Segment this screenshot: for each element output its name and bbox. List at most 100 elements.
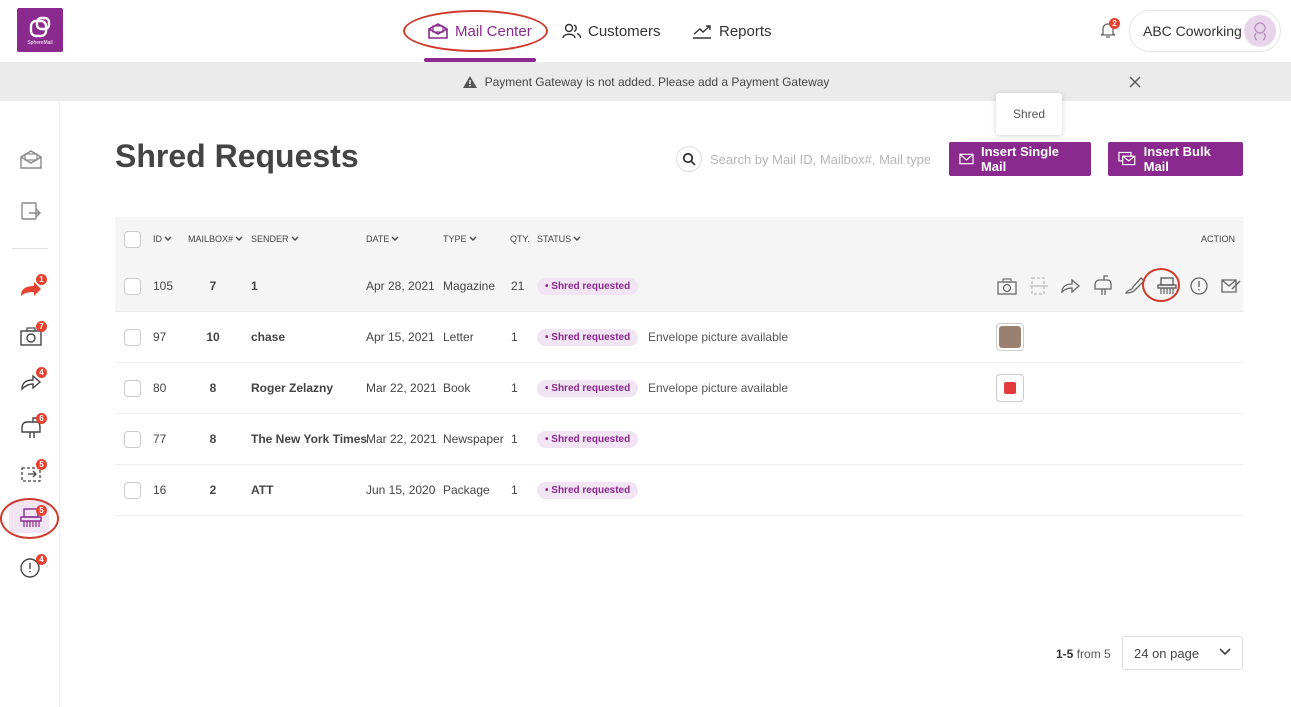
- scan-action-button[interactable]: [995, 274, 1019, 298]
- cell-sender: 1: [251, 279, 258, 293]
- sidebar-item-pickup-requests[interactable]: 6: [18, 413, 47, 441]
- insert-single-mail-label: Insert Single Mail: [980, 144, 1059, 174]
- sidebar-item-outgoing[interactable]: [18, 198, 44, 224]
- envelope-thumbnail[interactable]: [996, 374, 1024, 402]
- nav-mail-center[interactable]: Mail Center: [427, 0, 532, 62]
- table-row[interactable]: 105 7 1 Apr 28, 2021 Magazine 21 • Shred…: [115, 261, 1243, 312]
- camera-icon: [997, 278, 1017, 295]
- row-checkbox[interactable]: [124, 379, 141, 397]
- search-button[interactable]: [676, 146, 702, 172]
- insert-bulk-mail-button[interactable]: Insert Bulk Mail: [1108, 142, 1243, 176]
- column-header-sender-label: SENDER: [251, 234, 289, 244]
- open-scan-action-button[interactable]: [1027, 274, 1051, 298]
- mailbox-icon: [1094, 275, 1112, 295]
- cell-sender: chase: [251, 330, 286, 344]
- cell-date: Mar 22, 2021: [366, 381, 437, 395]
- row-checkbox[interactable]: [124, 481, 141, 499]
- shred-tooltip: Shred: [996, 93, 1062, 135]
- page-size-select[interactable]: 24 on page: [1122, 636, 1243, 670]
- sidebar-badge: 1: [36, 274, 47, 285]
- table-row[interactable]: 80 8 Roger Zelazny Mar 22, 2021 Book 1 •…: [115, 363, 1243, 414]
- sidebar-item-shred-requests[interactable]: 5: [18, 505, 47, 531]
- status-badge: • Shred requested: [537, 481, 639, 499]
- cell-sender: The New York Times: [251, 432, 368, 446]
- cell-type: Package: [443, 483, 490, 497]
- avatar: [1244, 15, 1276, 47]
- status-badge: • Shred requested: [537, 277, 639, 295]
- cell-id: 80: [153, 381, 167, 395]
- sign-action-button[interactable]: [1123, 274, 1147, 298]
- table-header: ID MAILBOX# SENDER DATE TYPE QTY. STATUS…: [115, 217, 1243, 261]
- sidebar-item-alerts[interactable]: 4: [18, 554, 47, 580]
- column-header-type[interactable]: TYPE: [443, 234, 477, 244]
- shred-icon: [1157, 277, 1177, 294]
- cell-mailbox: 2: [209, 483, 217, 497]
- cell-mailbox: 8: [209, 432, 217, 446]
- sidebar-item-incoming[interactable]: [18, 146, 44, 172]
- image-placeholder-icon: [1004, 382, 1016, 394]
- sort-chevron-icon: [391, 236, 399, 241]
- shred-requests-table: ID MAILBOX# SENDER DATE TYPE QTY. STATUS…: [115, 217, 1243, 516]
- column-header-date[interactable]: DATE: [366, 234, 399, 244]
- row-checkbox[interactable]: [124, 430, 141, 448]
- sidebar: 1 7 4 6 5 5 4: [0, 101, 60, 707]
- forward-action-button[interactable]: [1059, 274, 1083, 298]
- nav-reports[interactable]: Reports: [691, 0, 772, 62]
- report-issue-action-button[interactable]: [1187, 274, 1211, 298]
- insert-single-mail-button[interactable]: Insert Single Mail: [949, 142, 1091, 176]
- status-badge: • Shred requested: [537, 430, 639, 448]
- column-header-sender[interactable]: SENDER: [251, 234, 299, 244]
- sidebar-badge: 4: [36, 554, 47, 565]
- app-logo[interactable]: SphereMail: [17, 8, 63, 52]
- cell-qty: 1: [511, 381, 518, 395]
- search-bar: [676, 145, 936, 173]
- sidebar-badge: 5: [36, 505, 47, 516]
- select-all-checkbox[interactable]: [124, 230, 141, 248]
- user-avatar-icon: [1254, 22, 1266, 41]
- search-input[interactable]: [710, 151, 930, 167]
- column-header-qty: QTY.: [510, 234, 530, 244]
- nav-customers[interactable]: Customers: [562, 0, 661, 62]
- cell-date: Apr 15, 2021: [366, 330, 435, 344]
- outgoing-mail-icon: [21, 202, 41, 220]
- envelope-thumbnail[interactable]: [996, 323, 1024, 351]
- shred-action-button[interactable]: [1155, 274, 1179, 298]
- sidebar-divider: [12, 248, 48, 249]
- mark-done-action-button[interactable]: [1219, 274, 1243, 298]
- column-header-status[interactable]: STATUS: [537, 234, 581, 244]
- envelope-picture-note: Envelope picture available: [648, 381, 789, 395]
- column-header-id-label: ID: [153, 234, 162, 244]
- column-header-id[interactable]: ID: [153, 234, 172, 244]
- sidebar-item-scan-requests[interactable]: 7: [18, 321, 47, 349]
- warning-icon: [462, 75, 478, 89]
- sidebar-badge: 4: [36, 367, 47, 378]
- forward-icon: [1061, 278, 1080, 294]
- table-row[interactable]: 16 2 ATT Jun 15, 2020 Package 1 • Shred …: [115, 465, 1243, 516]
- sidebar-item-forward-requests[interactable]: 4: [18, 367, 47, 395]
- pagination-range: 1-5: [1056, 647, 1074, 661]
- cell-date: Mar 22, 2021: [366, 432, 437, 446]
- column-header-mailbox[interactable]: MAILBOX#: [188, 234, 243, 244]
- cell-id: 77: [153, 432, 167, 446]
- cell-mailbox: 7: [209, 279, 217, 293]
- cell-type: Newspaper: [443, 432, 504, 446]
- row-checkbox[interactable]: [124, 328, 141, 346]
- alert-icon: [1190, 277, 1208, 295]
- page-size-value: 24 on page: [1134, 645, 1200, 661]
- cell-qty: 1: [511, 483, 518, 497]
- sidebar-item-open-scan[interactable]: 5: [18, 459, 47, 487]
- sidebar-item-urgent-forward[interactable]: 1: [18, 274, 47, 302]
- logo-text: SphereMail: [27, 39, 53, 46]
- users-icon: [562, 22, 582, 40]
- page-title: Shred Requests: [115, 138, 359, 174]
- account-menu-button[interactable]: ABC Coworking: [1129, 10, 1281, 52]
- notifications-bell-button[interactable]: 2: [1098, 18, 1120, 40]
- pickup-action-button[interactable]: [1091, 274, 1115, 298]
- inbox-mail-icon: [20, 150, 42, 169]
- row-checkbox[interactable]: [124, 277, 141, 295]
- banner-close-button[interactable]: [1127, 74, 1143, 90]
- column-header-type-label: TYPE: [443, 234, 467, 244]
- search-icon: [682, 152, 696, 166]
- table-row[interactable]: 77 8 The New York Times Mar 22, 2021 New…: [115, 414, 1243, 465]
- table-row[interactable]: 97 10 chase Apr 15, 2021 Letter 1 • Shre…: [115, 312, 1243, 363]
